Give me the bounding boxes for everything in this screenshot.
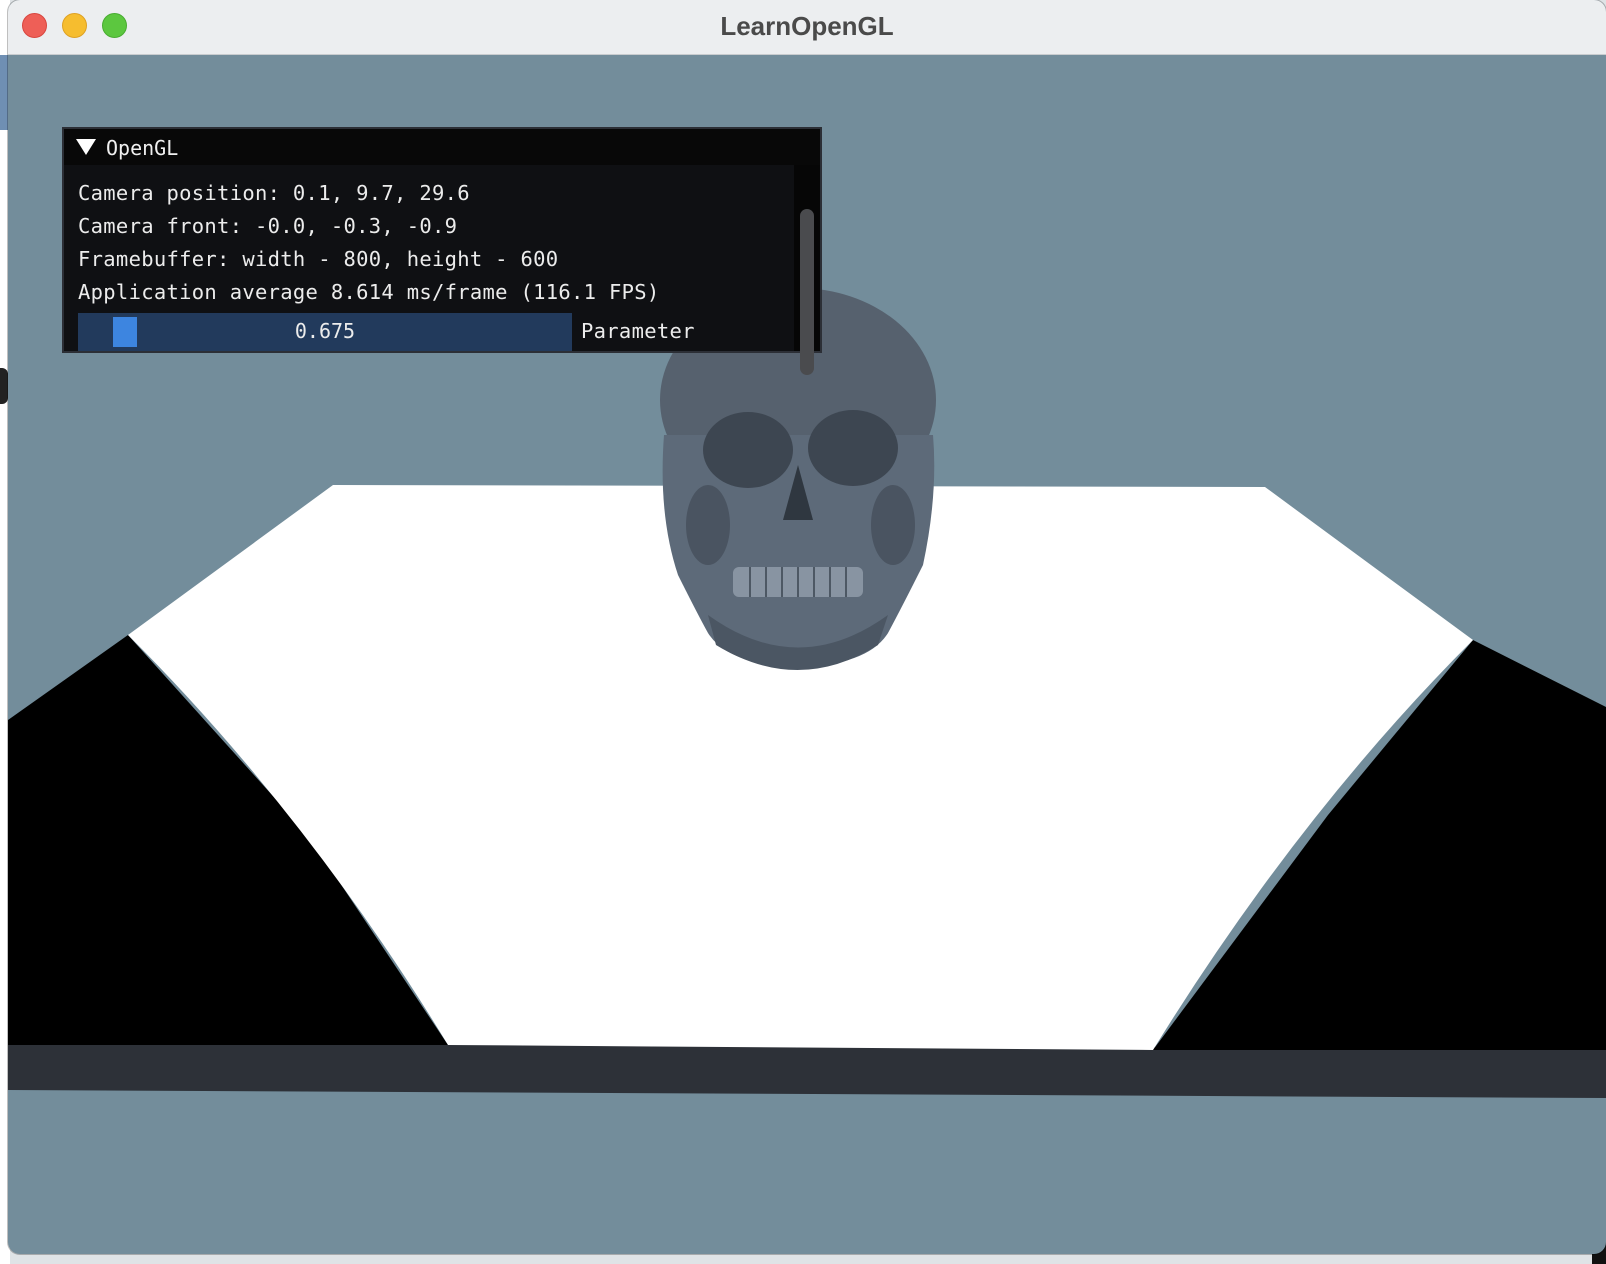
slider-label: Parameter bbox=[581, 319, 695, 343]
camera-position-text: Camera position: 0.1, 9.7, 29.6 bbox=[78, 181, 470, 205]
imgui-title-bar[interactable]: OpenGL bbox=[64, 129, 820, 165]
imgui-scrollbar-thumb[interactable] bbox=[800, 209, 814, 375]
imgui-content: Camera position: 0.1, 9.7, 29.6 Camera f… bbox=[78, 177, 790, 309]
parameter-slider[interactable]: 0.675 bbox=[78, 313, 572, 351]
frame-time-text: Application average 8.614 ms/frame (116.… bbox=[78, 280, 660, 304]
imgui-window-title: OpenGL bbox=[106, 136, 179, 160]
app-window: LearnOpenGL OpenGL Camera position: 0.1,… bbox=[8, 0, 1606, 1254]
window-title: LearnOpenGL bbox=[720, 11, 894, 41]
slider-value-text: 0.675 bbox=[294, 319, 356, 343]
imgui-scrollbar-track[interactable] bbox=[794, 165, 820, 375]
collapse-triangle-down-icon[interactable] bbox=[76, 139, 96, 155]
framebuffer-size-text: Framebuffer: width - 800, height - 600 bbox=[78, 247, 559, 271]
camera-front-text: Camera front: -0.0, -0.3, -0.9 bbox=[78, 214, 458, 238]
imgui-window[interactable]: OpenGL Camera position: 0.1, 9.7, 29.6 C… bbox=[62, 127, 822, 375]
title-bar[interactable]: LearnOpenGL bbox=[8, 0, 1606, 55]
desktop-fragment bbox=[0, 368, 8, 404]
parameter-slider-row: 0.675 Parameter bbox=[78, 313, 808, 351]
